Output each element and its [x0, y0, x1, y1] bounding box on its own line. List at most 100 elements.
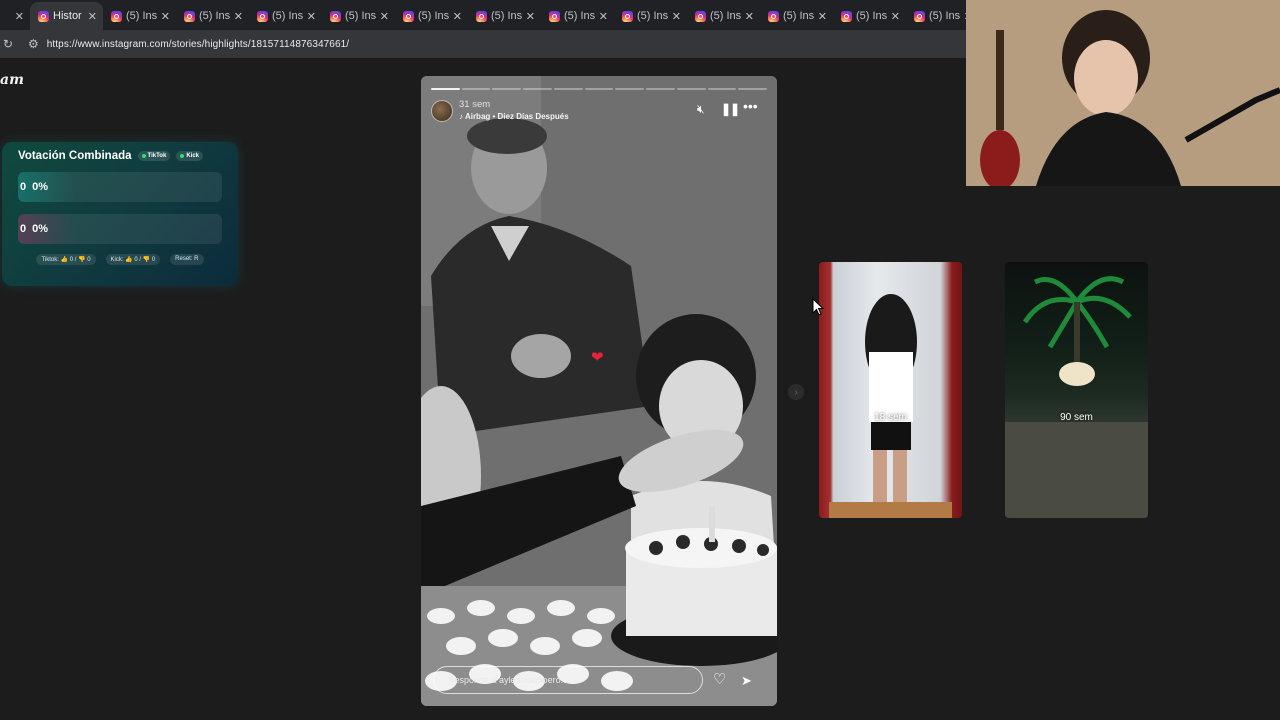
story-avatar[interactable]: [431, 100, 453, 122]
tab-title: (5) Ins: [126, 10, 157, 22]
vote-title: Votación Combinada: [18, 150, 132, 162]
browser-tab[interactable]: (5) Ins ✕: [687, 2, 760, 30]
browser-tab[interactable]: (5) Ins ✕: [833, 2, 906, 30]
close-tab-icon[interactable]: ✕: [380, 10, 389, 23]
tab-title: (5) Ins: [783, 10, 814, 22]
browser-tab[interactable]: (5) Ins ✕: [395, 2, 468, 30]
close-tab-icon[interactable]: ✕: [453, 10, 462, 23]
close-tab-icon[interactable]: ✕: [818, 10, 827, 23]
instagram-favicon-icon: [403, 10, 414, 22]
browser-tab[interactable]: ✕: [0, 2, 30, 30]
story-progress-segment: [492, 88, 522, 90]
tab-title: (5) Ins: [345, 10, 376, 22]
browser-tab[interactable]: (5) Ins ✕: [103, 2, 176, 30]
browser-tab[interactable]: (5) Ins ✕: [322, 2, 395, 30]
heart-sticker-icon: ❤: [591, 349, 604, 366]
site-info-icon[interactable]: ⚙: [28, 37, 39, 51]
story-progress-segment: [431, 88, 460, 90]
instagram-logo[interactable]: am: [0, 72, 24, 88]
url-text[interactable]: https://www.instagram.com/stories/highli…: [47, 39, 349, 50]
story-progress-segment: [615, 88, 645, 90]
story-thumb-1-label: 18 sem: [874, 412, 907, 423]
kick-chip-label: Kick: [186, 153, 200, 159]
live-dot-icon: [180, 154, 185, 158]
close-tab-icon[interactable]: ✕: [307, 10, 316, 23]
pause-icon[interactable]: ❚❚: [721, 102, 740, 116]
thumb-2-trunk: [1074, 302, 1080, 372]
close-tab-icon[interactable]: ✕: [672, 10, 681, 23]
vote-header: Votación Combinada TikTok Kick: [18, 150, 222, 162]
mute-icon[interactable]: 🔇︎: [697, 102, 705, 117]
thumb-2-ground: [1005, 422, 1148, 518]
photo-dot: [572, 629, 602, 647]
photo-cherry: [649, 541, 663, 555]
live-dot-icon: [141, 154, 146, 158]
instagram-favicon-icon: [914, 10, 925, 22]
vote-footer-kick: Kick: 👍 0 / 👎 0: [105, 254, 161, 265]
browser-tab[interactable]: (5) Ins ✕: [541, 2, 614, 30]
music-artist: Airbag: [464, 112, 491, 121]
close-tab-icon[interactable]: ✕: [234, 10, 243, 23]
instagram-favicon-icon: [476, 10, 487, 22]
mouse-cursor-icon: [812, 298, 824, 316]
tab-title: (5) Ins: [929, 10, 960, 22]
thumb-1-floor: [829, 502, 952, 518]
next-story-chevron-icon[interactable]: ›: [788, 384, 804, 400]
tab-title: (5) Ins: [418, 10, 449, 22]
browser-tab[interactable]: (5) Ins ✕: [760, 2, 833, 30]
send-icon[interactable]: ➤: [741, 673, 752, 689]
tiktok-chip-label: TikTok: [147, 153, 167, 159]
close-tab-icon[interactable]: ✕: [161, 10, 170, 23]
browser-tab[interactable]: (5) Ins✕: [614, 2, 687, 30]
tab-title: (5) Ins: [710, 10, 741, 22]
browser-tabstrip: ✕ Histor ✕ (5) Ins ✕ (5) Ins ✕ (5) Ins ✕ (5) Ins ✕…: [0, 0, 966, 30]
thumb-1-leg: [893, 450, 907, 505]
browser-tab[interactable]: (5) Ins✕: [906, 2, 966, 30]
photo-cherry: [757, 544, 769, 556]
close-tab-icon[interactable]: ✕: [745, 10, 754, 23]
photo-dot: [488, 629, 518, 647]
more-options-icon[interactable]: •••: [743, 98, 758, 114]
browser-tab[interactable]: Histor ✕: [30, 2, 103, 30]
story-progress-segment: [707, 88, 737, 90]
close-tab-icon[interactable]: ✕: [599, 10, 608, 23]
reload-icon[interactable]: ↻: [0, 37, 16, 51]
thumb-2-frond: [1047, 300, 1080, 349]
close-tab-icon[interactable]: ✕: [526, 10, 535, 23]
vote-footer-tiktok: Tiktok: 👍 0 / 👎 0: [36, 254, 96, 265]
browser-tab[interactable]: (5) Ins✕: [176, 2, 249, 30]
story-music[interactable]: ♪ Airbag • Diez Días Después: [459, 112, 569, 121]
story-progress: [431, 88, 768, 90]
tab-title: (5) Ins: [856, 10, 887, 22]
photo-dot: [587, 608, 615, 624]
vote-option-1-percent: 0%: [32, 181, 49, 193]
story-thumb-1[interactable]: 18 sem: [819, 262, 962, 518]
close-tab-icon[interactable]: ✕: [88, 10, 97, 23]
url-box[interactable]: ⚙ https://www.instagram.com/stories/high…: [22, 32, 958, 56]
kick-chip: Kick: [176, 151, 204, 161]
instagram-favicon-icon: [768, 10, 779, 22]
story-progress-segment: [738, 88, 768, 90]
vote-option-2-bar: 0 0%: [18, 214, 222, 244]
tiktok-chip: TikTok: [137, 151, 171, 161]
webcam-image: [966, 0, 1280, 186]
close-tab-icon[interactable]: ✕: [891, 10, 900, 23]
photo-man-hands: [511, 334, 571, 378]
reply-input[interactable]: Responde a aylenncampero...: [433, 666, 703, 694]
story-viewer[interactable]: 31 sem ♪ Airbag • Diez Días Después 🔇︎ ❚…: [421, 76, 777, 706]
story-progress-segment: [523, 88, 552, 90]
browser-tab[interactable]: (5) Ins✕: [468, 2, 541, 30]
webcam-guitar-neck: [996, 30, 1004, 130]
tab-title: (5) Ins: [564, 10, 595, 22]
vote-option-2-count: 0: [20, 223, 27, 235]
close-tab-icon[interactable]: ✕: [15, 10, 24, 23]
browser-tab[interactable]: (5) Ins✕: [249, 2, 322, 30]
thumb-2-frond: [1075, 300, 1110, 349]
like-heart-icon[interactable]: ♡: [713, 670, 726, 688]
instagram-favicon-icon: [38, 10, 49, 22]
photo-dot: [427, 608, 455, 624]
story-thumb-2[interactable]: 90 sem: [1005, 262, 1148, 518]
instagram-favicon-icon: [111, 10, 122, 22]
music-separator: •: [490, 112, 498, 121]
vote-footer-reset: Reset: R: [170, 254, 204, 265]
